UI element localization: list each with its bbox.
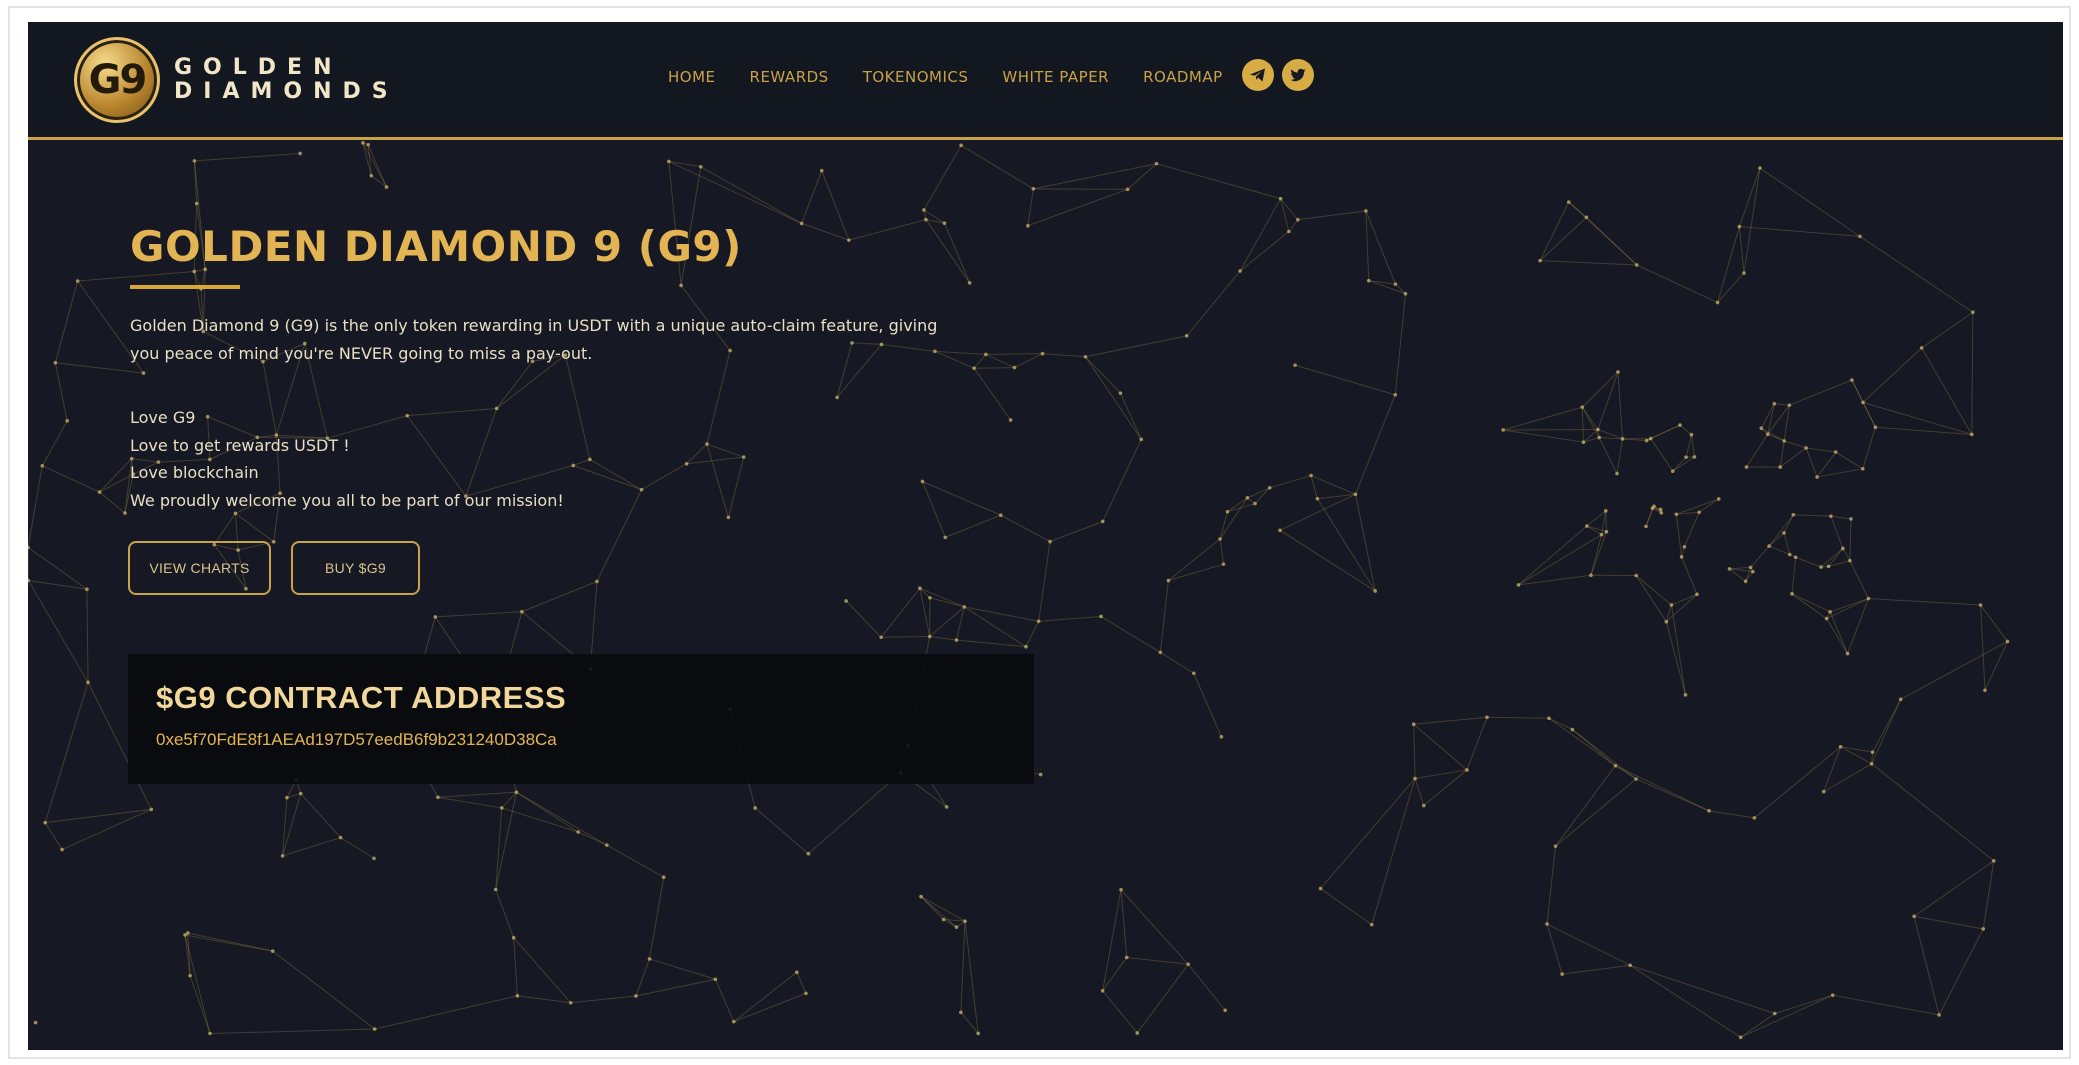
- nav-roadmap[interactable]: ROADMAP: [1143, 68, 1223, 86]
- website-page: G9 GOLDEN DIAMONDS HOME REWARDS TOKENOMI…: [28, 22, 2063, 1050]
- logo-line-1: GOLDEN: [174, 55, 343, 80]
- tagline: Love to get rewards USDT !: [130, 435, 350, 455]
- tagline: Love blockchain: [130, 463, 259, 482]
- view-charts-button[interactable]: VIEW CHARTS: [128, 541, 271, 595]
- nav-white-paper[interactable]: WHITE PAPER: [1002, 68, 1109, 86]
- tagline: Love G9: [130, 408, 196, 427]
- contract-title: $G9 CONTRACT ADDRESS: [156, 680, 567, 715]
- hero-taglines: Love G9 Love to get rewards USDT ! Love …: [130, 404, 564, 514]
- logo-badge: G9: [74, 37, 160, 123]
- logo-badge-text: G9: [88, 57, 148, 103]
- nav-home[interactable]: HOME: [668, 68, 716, 86]
- description-line-1: Golden Diamond 9 (G9) is the only token …: [130, 316, 938, 335]
- social-links: [1242, 59, 1314, 91]
- description-line-2: you peace of mind you're NEVER going to …: [130, 344, 593, 363]
- nav-tokenomics[interactable]: TOKENOMICS: [863, 68, 969, 86]
- tagline: We proudly welcome you all to be part of…: [130, 490, 564, 510]
- main-nav: HOME REWARDS TOKENOMICS WHITE PAPER ROAD…: [668, 68, 1223, 86]
- contract-address-value[interactable]: 0xe5f70FdE8f1AEAd197D57eedB6f9b231240D38…: [156, 730, 557, 750]
- network-background: [28, 141, 2010, 1040]
- twitter-icon: [1290, 68, 1306, 82]
- nav-rewards[interactable]: REWARDS: [750, 68, 829, 86]
- title-underline: [130, 285, 240, 289]
- logo-wordmark: GOLDEN DIAMONDS: [174, 56, 399, 104]
- twitter-link[interactable]: [1282, 59, 1314, 91]
- buy-g9-button[interactable]: BUY $G9: [291, 541, 420, 595]
- telegram-link[interactable]: [1242, 59, 1274, 91]
- telegram-icon: [1250, 68, 1265, 82]
- logo-line-2: DIAMONDS: [174, 79, 399, 104]
- hero-title: GOLDEN DIAMOND 9 (G9): [130, 222, 742, 271]
- logo[interactable]: G9 GOLDEN DIAMONDS: [74, 36, 399, 124]
- contract-address-panel: $G9 CONTRACT ADDRESS 0xe5f70FdE8f1AEAd19…: [128, 654, 1034, 784]
- hero-description: Golden Diamond 9 (G9) is the only token …: [130, 312, 1050, 368]
- site-header: G9 GOLDEN DIAMONDS HOME REWARDS TOKENOMI…: [28, 22, 2063, 140]
